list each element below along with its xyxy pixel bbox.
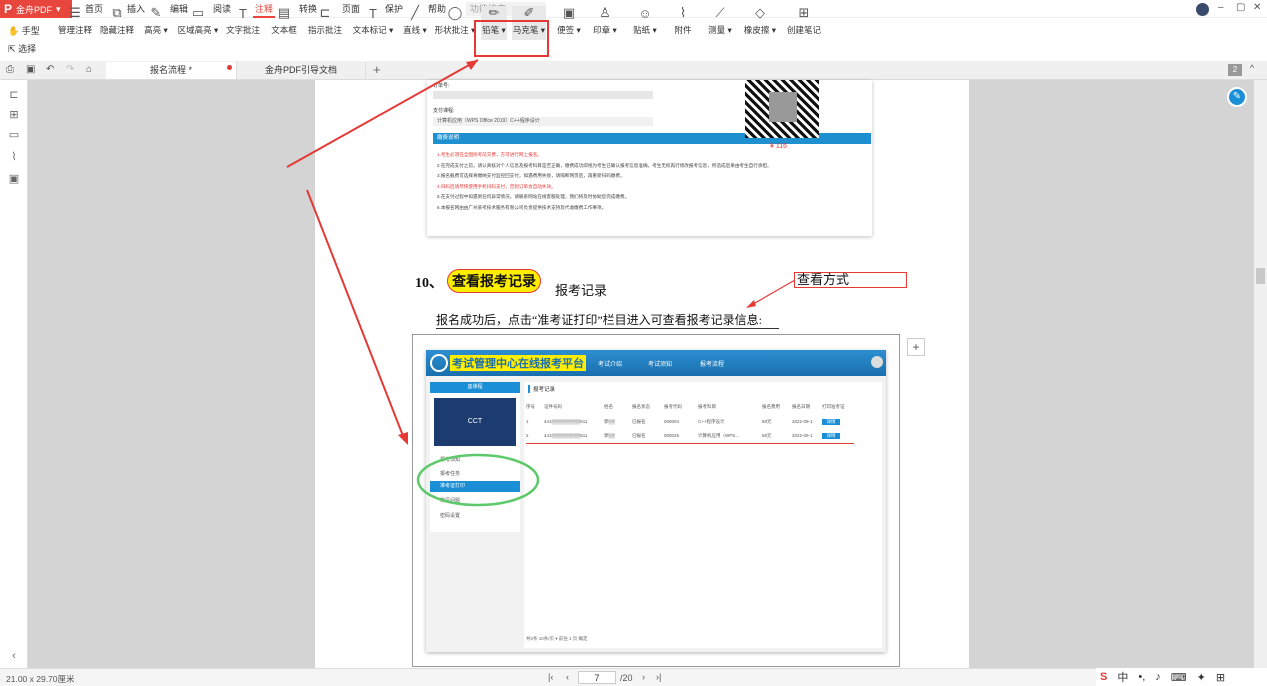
- page-size: 21.00 x 29.70厘米: [6, 674, 75, 684]
- mic-icon[interactable]: ♪: [1155, 671, 1161, 683]
- ime-toolbar: S 中 •, ♪ ⌨ ✦ ⊞: [1096, 668, 1267, 686]
- last-page-icon[interactable]: ›|: [656, 672, 661, 682]
- keyboard-icon[interactable]: ⌨: [1171, 671, 1187, 684]
- green-marker-circle: [416, 453, 540, 507]
- skin-icon[interactable]: ✦: [1197, 671, 1206, 684]
- page-total: /20: [620, 673, 633, 683]
- red-arrow-to-text: [747, 279, 796, 308]
- annotation-overlay: [286, 59, 796, 507]
- punctuation-icon[interactable]: •,: [1138, 671, 1145, 683]
- red-arrow-to-print: [306, 189, 406, 442]
- red-arrow-to-toolbar: [286, 59, 479, 168]
- grid-icon[interactable]: ⊞: [1216, 671, 1225, 684]
- sogou-logo-icon[interactable]: S: [1100, 671, 1107, 683]
- ime-language[interactable]: 中: [1117, 669, 1128, 685]
- status-bar: [0, 668, 1267, 686]
- page-number-input[interactable]: 7: [578, 671, 616, 684]
- prev-page-icon[interactable]: ‹: [566, 672, 569, 682]
- next-page-icon[interactable]: ›: [642, 672, 645, 682]
- red-arrow-head: [746, 300, 756, 308]
- red-arrow-head: [398, 432, 408, 445]
- first-page-icon[interactable]: |‹: [548, 672, 553, 682]
